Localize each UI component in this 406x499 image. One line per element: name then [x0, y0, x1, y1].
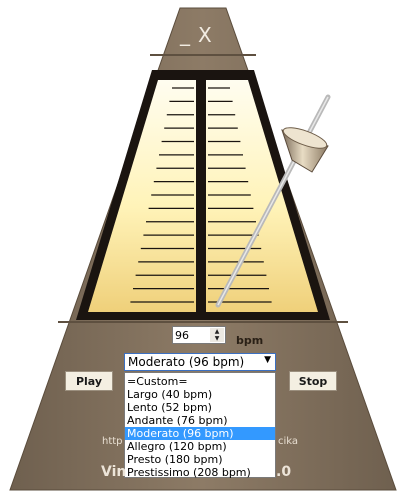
tempo-select-value: Moderato (96 bpm)	[128, 355, 245, 369]
chevron-down-icon[interactable]: ▼	[264, 355, 271, 365]
tempo-option[interactable]: Lento (52 bpm)	[125, 401, 275, 414]
app-title-tail: .0	[276, 464, 292, 480]
spin-down-icon[interactable]: ▼	[210, 335, 224, 342]
tempo-option[interactable]: Prestissimo (208 bpm)	[125, 466, 275, 479]
tempo-preset-list: =Custom= Largo (40 bpm) Lento (52 bpm) A…	[124, 372, 276, 479]
tempo-spinbox: ▲ ▼	[172, 326, 226, 344]
tempo-option[interactable]: Moderato (96 bpm)	[125, 427, 275, 440]
website-link-tail[interactable]: cika	[278, 436, 298, 447]
tempo-spinner[interactable]: ▲ ▼	[210, 328, 224, 343]
tempo-option[interactable]: =Custom=	[125, 375, 275, 388]
close-button[interactable]: X	[198, 25, 212, 45]
stop-button[interactable]: Stop	[289, 371, 337, 391]
pendulum-weight[interactable]	[281, 124, 329, 173]
bpm-unit-label: bpm	[236, 334, 264, 347]
spin-up-icon[interactable]: ▲	[210, 328, 224, 335]
tempo-option[interactable]: Allegro (120 bpm)	[125, 440, 275, 453]
tempo-input[interactable]	[175, 328, 209, 342]
tempo-option[interactable]: Andante (76 bpm)	[125, 414, 275, 427]
metronome-window: _ X ▲ ▼ bpm Moderato (96 bpm) ▼ =Custom=…	[0, 0, 406, 499]
app-title: Vin	[101, 464, 127, 480]
tempo-preset-select[interactable]: Moderato (96 bpm) ▼	[124, 353, 276, 371]
tempo-option[interactable]: Presto (180 bpm)	[125, 453, 275, 466]
play-button[interactable]: Play	[65, 371, 113, 391]
website-link[interactable]: http	[102, 436, 123, 447]
center-divider	[196, 78, 206, 314]
tempo-option[interactable]: Largo (40 bpm)	[125, 388, 275, 401]
minimize-button[interactable]: _	[180, 24, 190, 44]
